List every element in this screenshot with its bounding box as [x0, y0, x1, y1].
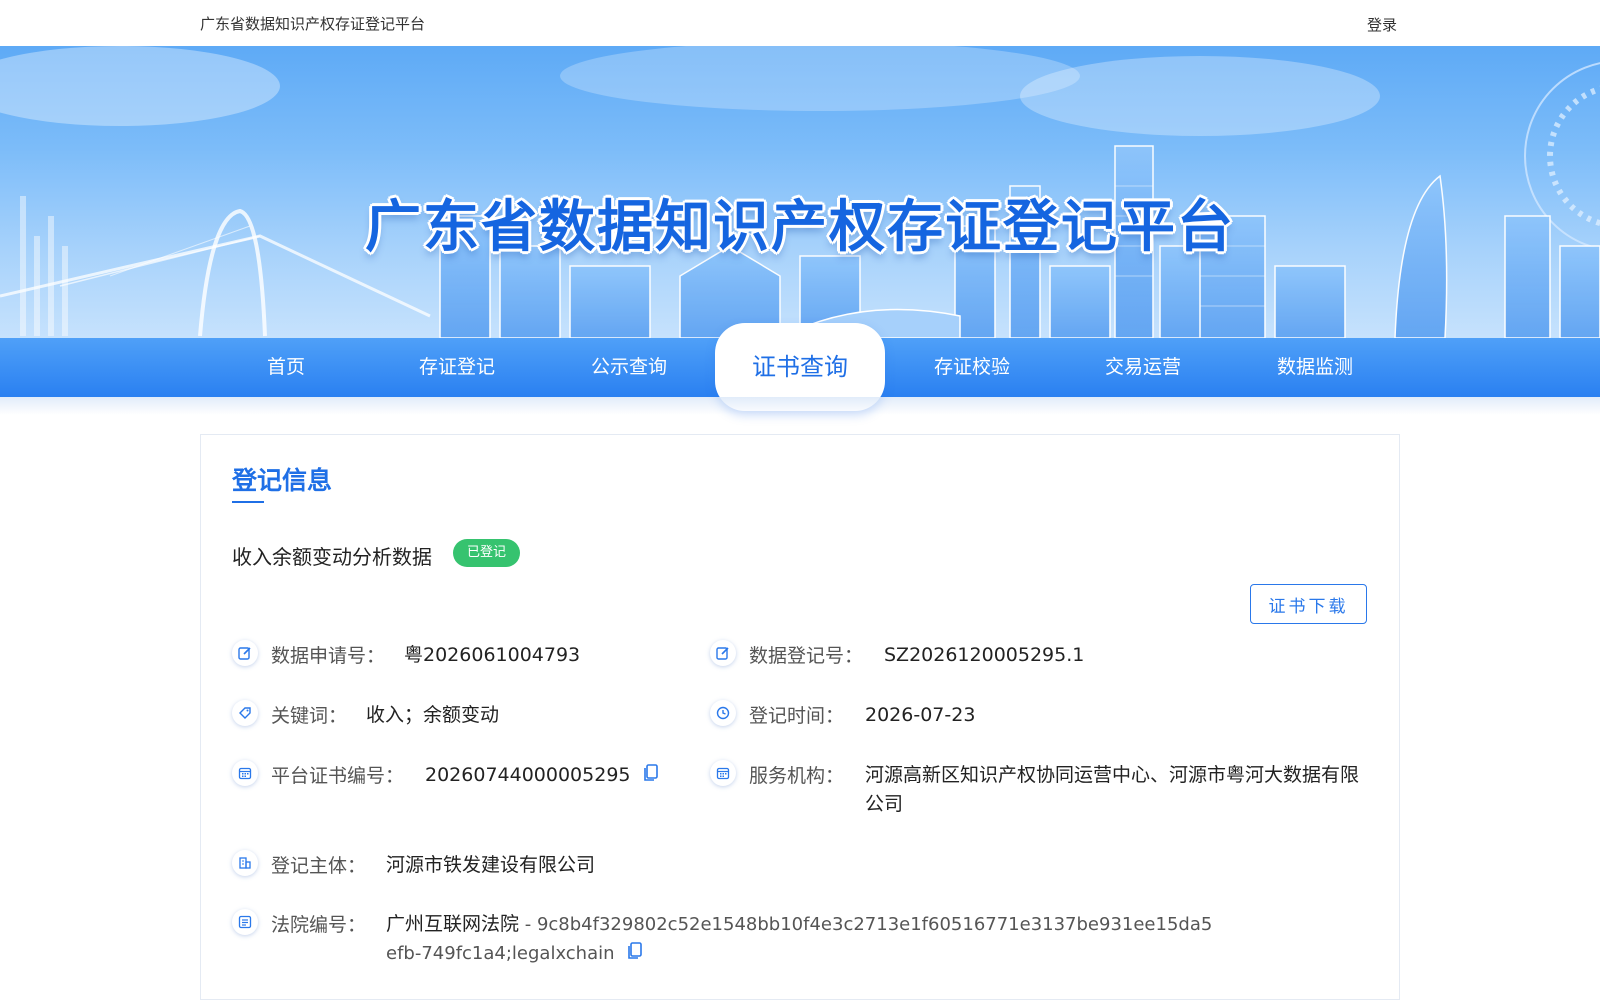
login-link[interactable]: 登录: [1367, 14, 1397, 35]
nav-monitor[interactable]: 数据监测: [1229, 338, 1401, 397]
site-name: 广东省数据知识产权存证登记平台: [200, 15, 426, 33]
main-nav: 首页 存证登记 公示查询 证书查询 存证校验 交易运营 数据监测: [0, 323, 1600, 411]
section-underline: [232, 501, 264, 503]
nav-home[interactable]: 首页: [200, 338, 372, 397]
tag-icon: [232, 700, 258, 726]
nav-public-query[interactable]: 公示查询: [543, 338, 715, 397]
calendar-icon: [232, 760, 258, 786]
field-label: 服务机构：: [749, 765, 845, 787]
field-value: SZ2026120005295.1: [884, 644, 1085, 666]
field-label: 数据申请号：: [271, 645, 386, 667]
field-value: 广州互联网法院 - 9c8b4f329802c52e1548bb10f4e3c2…: [386, 910, 1216, 968]
certificate-download-button[interactable]: 证书下载: [1250, 584, 1367, 624]
section-title: 登记信息: [232, 466, 333, 495]
field-registration-time: 登记时间： 2026-07-23: [710, 700, 1350, 730]
field-value: 2026-07-23: [865, 704, 976, 726]
edit-icon: [710, 640, 736, 666]
data-title: 收入余额变动分析数据: [232, 545, 432, 569]
field-label: 数据登记号：: [749, 645, 864, 667]
field-keywords: 关键词： 收入；余额变动: [232, 700, 672, 730]
nav-shadow: [0, 397, 1600, 415]
field-value: 河源市铁发建设有限公司: [386, 854, 596, 876]
field-application-no: 数据申请号： 粤2026061004793: [232, 640, 672, 670]
copy-icon[interactable]: [643, 764, 659, 782]
court-name: 广州互联网法院: [386, 913, 520, 935]
field-service-org: 服务机构： 河源高新区知识产权协同运营中心、河源市粤河大数据有限公司: [710, 760, 1360, 820]
field-registration-no: 数据登记号： SZ2026120005295.1: [710, 640, 1350, 670]
copy-icon[interactable]: [627, 942, 643, 960]
field-value: 收入；余额变动: [366, 704, 500, 726]
field-subject: 登记主体： 河源市铁发建设有限公司: [232, 850, 872, 880]
certificate-no-value: 20260744000005295: [425, 764, 631, 786]
field-label: 登记时间：: [749, 705, 845, 727]
registration-card: 登记信息 收入余额变动分析数据 已登记 证书下载 数据申请号： 粤2026061…: [200, 434, 1400, 1000]
field-value: 粤2026061004793: [404, 644, 581, 666]
field-label: 平台证书编号：: [271, 765, 405, 787]
banner-title: 广东省数据知识产权存证登记平台: [365, 195, 1235, 260]
nav-verify[interactable]: 存证校验: [886, 338, 1058, 397]
nav-register[interactable]: 存证登记: [371, 338, 543, 397]
field-label: 登记主体：: [271, 855, 367, 877]
field-value: 河源高新区知识产权协同运营中心、河源市粤河大数据有限公司: [865, 764, 1360, 815]
nav-trade[interactable]: 交易运营: [1057, 338, 1229, 397]
banner: 广东省数据知识产权存证登记平台: [0, 46, 1600, 338]
status-badge: 已登记: [453, 539, 521, 567]
field-court-no: 法院编号： 广州互联网法院 - 9c8b4f329802c52e1548bb10…: [232, 909, 1232, 969]
top-bar: 广东省数据知识产权存证登记平台 登录: [0, 0, 1600, 46]
clock-icon: [710, 700, 736, 726]
edit-icon: [232, 640, 258, 666]
field-label: 法院编号：: [271, 914, 367, 936]
building-icon: [232, 850, 258, 876]
field-value: 20260744000005295: [425, 761, 659, 790]
list-icon: [232, 909, 258, 935]
field-certificate-no: 平台证书编号： 20260744000005295: [232, 760, 692, 790]
calendar-icon: [710, 760, 736, 786]
field-label: 关键词：: [271, 705, 348, 727]
